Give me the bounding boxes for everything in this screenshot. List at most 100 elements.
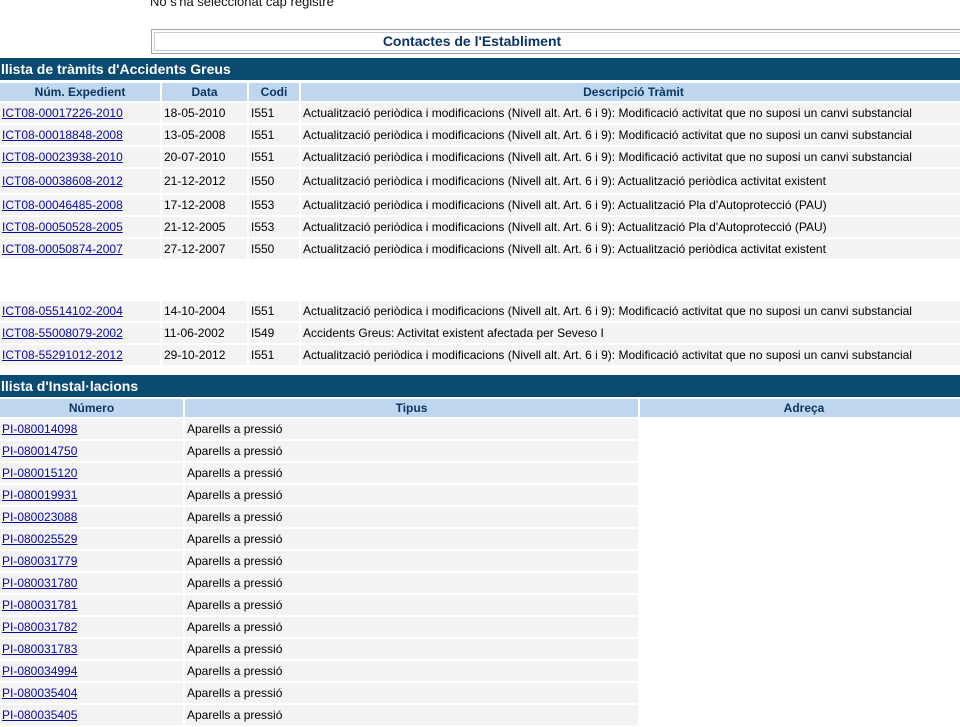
numero-cell: PI-080031781 <box>0 595 183 615</box>
table-row: PI-080019931 Aparells a pressió <box>0 485 960 505</box>
table-row: PI-080031780 Aparells a pressió <box>0 573 960 593</box>
description-cell: Actualització periòdica i modificacions … <box>301 301 960 321</box>
installation-link[interactable]: PI-080031780 <box>2 576 77 590</box>
installation-link[interactable]: PI-080034994 <box>2 664 77 678</box>
expedient-link[interactable]: ICT08-00050528-2005 <box>2 220 123 234</box>
tipus-cell: Aparells a pressió <box>185 551 638 571</box>
installation-link[interactable]: PI-080019931 <box>2 488 77 502</box>
installation-link[interactable]: PI-080031782 <box>2 620 77 634</box>
expedient-cell: ICT08-00023938-2010 <box>0 147 160 167</box>
adreca-cell <box>640 463 960 483</box>
date-cell: 18-05-2010 <box>162 103 247 123</box>
col-header-descripcio[interactable]: Descripció Tràmit <box>301 83 960 101</box>
expedient-cell: ICT08-00017226-2010 <box>0 103 160 123</box>
col-header-expedient[interactable]: Núm. Expedient <box>0 83 160 101</box>
instal-section-title: llista d'Instal·lacions <box>0 375 960 397</box>
table-row: ICT08-00023938-2010 20-07-2010 I551 Actu… <box>0 147 960 167</box>
tipus-cell: Aparells a pressió <box>185 705 638 725</box>
code-cell: I550 <box>249 239 299 259</box>
col-header-numero[interactable]: Número <box>0 399 183 417</box>
numero-cell: PI-080034994 <box>0 661 183 681</box>
installation-link[interactable]: PI-080031779 <box>2 554 77 568</box>
adreca-cell <box>640 573 960 593</box>
table-row: ICT08-55008079-2002 11-06-2002 I549 Acci… <box>0 323 960 343</box>
expedient-link[interactable]: ICT08-00038608-2012 <box>2 174 123 188</box>
code-cell: I551 <box>249 345 299 365</box>
expedient-link[interactable]: ICT08-05514102-2004 <box>2 304 123 318</box>
table-row: PI-080031779 Aparells a pressió <box>0 551 960 571</box>
tipus-cell: Aparells a pressió <box>185 595 638 615</box>
table-row: PI-080014098 Aparells a pressió <box>0 419 960 439</box>
code-cell: I553 <box>249 217 299 237</box>
expedient-link[interactable]: ICT08-55008079-2002 <box>2 326 123 340</box>
table-row: PI-080034994 Aparells a pressió <box>0 661 960 681</box>
tipus-cell: Aparells a pressió <box>185 485 638 505</box>
expedient-cell: ICT08-55008079-2002 <box>0 323 160 343</box>
installation-link[interactable]: PI-080023088 <box>2 510 77 524</box>
installation-link[interactable]: PI-080014098 <box>2 422 77 436</box>
table-row: PI-080014750 Aparells a pressió <box>0 441 960 461</box>
table-row: PI-080031781 Aparells a pressió <box>0 595 960 615</box>
numero-cell: PI-080031779 <box>0 551 183 571</box>
tramits-section-title: llista de tràmits d'Accidents Greus <box>0 58 960 80</box>
tipus-cell: Aparells a pressió <box>185 661 638 681</box>
installation-link[interactable]: PI-080031781 <box>2 598 77 612</box>
adreca-cell <box>640 639 960 659</box>
numero-cell: PI-080015120 <box>0 463 183 483</box>
numero-cell: PI-080031780 <box>0 573 183 593</box>
code-cell: I553 <box>249 195 299 215</box>
adreca-cell <box>640 617 960 637</box>
tipus-cell: Aparells a pressió <box>185 441 638 461</box>
table-row: PI-080023088 Aparells a pressió <box>0 507 960 527</box>
adreca-cell <box>640 661 960 681</box>
expedient-link[interactable]: ICT08-00046485-2008 <box>2 198 123 212</box>
table-row: ICT08-00046485-2008 17-12-2008 I553 Actu… <box>0 195 960 215</box>
expedient-cell: ICT08-00046485-2008 <box>0 195 160 215</box>
expedient-link[interactable]: ICT08-00023938-2010 <box>2 150 123 164</box>
tramits-table: Núm. Expedient Data Codi Descripció Tràm… <box>0 81 960 367</box>
table-row: ICT08-00050528-2005 21-12-2005 I553 Actu… <box>0 217 960 237</box>
adreca-cell <box>640 705 960 725</box>
numero-cell: PI-080019931 <box>0 485 183 505</box>
code-cell: I551 <box>249 103 299 123</box>
tipus-cell: Aparells a pressió <box>185 639 638 659</box>
numero-cell: PI-080014098 <box>0 419 183 439</box>
instal-table: Número Tipus Adreça PI-080014098 Aparells… <box>0 397 960 727</box>
installation-link[interactable]: PI-080031783 <box>2 642 77 656</box>
installation-link[interactable]: PI-080025529 <box>2 532 77 546</box>
adreca-cell <box>640 419 960 439</box>
date-cell: 17-12-2008 <box>162 195 247 215</box>
adreca-cell <box>640 485 960 505</box>
expedient-link[interactable]: ICT08-55291012-2012 <box>2 348 123 362</box>
installation-link[interactable]: PI-080015120 <box>2 466 77 480</box>
date-cell: 14-10-2004 <box>162 301 247 321</box>
contacts-panel[interactable]: Contactes de l'Establiment <box>151 29 960 54</box>
adreca-cell <box>640 551 960 571</box>
date-cell: 21-12-2005 <box>162 217 247 237</box>
numero-cell: PI-080031783 <box>0 639 183 659</box>
expedient-link[interactable]: ICT08-00050874-2007 <box>2 242 123 256</box>
row-gap <box>0 261 960 299</box>
col-header-data[interactable]: Data <box>162 83 247 101</box>
date-cell: 21-12-2012 <box>162 169 247 193</box>
description-cell: Actualització periòdica i modificacions … <box>301 239 960 259</box>
description-cell: Actualització periòdica i modificacions … <box>301 147 960 167</box>
installation-link[interactable]: PI-080014750 <box>2 444 77 458</box>
tipus-cell: Aparells a pressió <box>185 419 638 439</box>
table-row: ICT08-00038608-2012 21-12-2012 I550 Actu… <box>0 169 960 193</box>
installation-link[interactable]: PI-080035404 <box>2 686 77 700</box>
expedient-link[interactable]: ICT08-00018848-2008 <box>2 128 123 142</box>
tipus-cell: Aparells a pressió <box>185 463 638 483</box>
date-cell: 20-07-2010 <box>162 147 247 167</box>
adreca-cell <box>640 683 960 703</box>
col-header-codi[interactable]: Codi <box>249 83 299 101</box>
col-header-tipus[interactable]: Tipus <box>185 399 638 417</box>
col-header-adreca[interactable]: Adreça <box>640 399 960 417</box>
code-cell: I550 <box>249 169 299 193</box>
table-row: ICT08-00050874-2007 27-12-2007 I550 Actu… <box>0 239 960 259</box>
expedient-cell: ICT08-55291012-2012 <box>0 345 160 365</box>
description-cell: Actualització periòdica i modificacions … <box>301 217 960 237</box>
table-row: ICT08-55291012-2012 29-10-2012 I551 Actu… <box>0 345 960 365</box>
expedient-link[interactable]: ICT08-00017226-2010 <box>2 106 123 120</box>
code-cell: I549 <box>249 323 299 343</box>
